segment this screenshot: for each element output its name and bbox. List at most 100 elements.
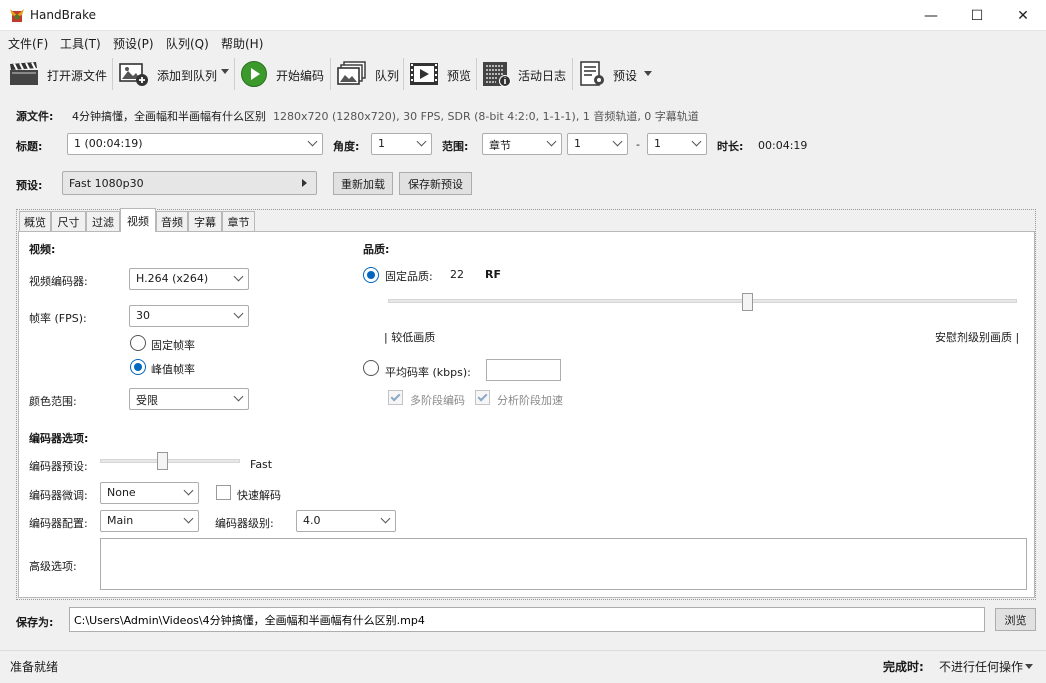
add-to-queue-dropdown-icon[interactable]: [221, 69, 229, 74]
presets-button[interactable]: 预设: [613, 67, 637, 84]
encoder-tune-select[interactable]: None: [100, 482, 199, 504]
preset-select-value: Fast 1080p30: [69, 177, 144, 190]
save-new-preset-button[interactable]: 保存新预设: [399, 172, 472, 195]
encoder-tune-value: None: [107, 486, 136, 499]
encoder-level-select[interactable]: 4.0: [296, 510, 396, 532]
chevron-down-icon: [307, 136, 318, 147]
tab-chapters[interactable]: 章节: [222, 211, 255, 231]
range-dash: -: [636, 138, 640, 151]
turbo-checkbox[interactable]: [475, 390, 490, 405]
tab-audio[interactable]: 音频: [156, 211, 188, 231]
queue-button[interactable]: 队列: [375, 67, 399, 84]
chevron-down-icon: [612, 136, 623, 147]
window-title: HandBrake: [30, 8, 97, 22]
activity-log-button[interactable]: 活动日志: [518, 67, 566, 84]
encoder-profile-select[interactable]: Main: [100, 510, 199, 532]
color-range-select[interactable]: 受限: [129, 388, 249, 410]
quality-slider-track[interactable]: [388, 299, 1017, 303]
range-label: 范围:: [442, 140, 469, 153]
fast-decode-checkbox[interactable]: [216, 485, 231, 500]
toolbar-separator: [112, 58, 113, 90]
source-name: 4分钟搞懂，全画幅和半画幅有什么区别: [72, 110, 266, 123]
preview-icon[interactable]: [409, 61, 439, 87]
open-source-button[interactable]: 打开源文件: [47, 67, 107, 84]
tab-subtitles[interactable]: 字幕: [188, 211, 222, 231]
quality-high-label: 安慰剂级别画质 |: [935, 331, 1020, 344]
add-to-queue-icon[interactable]: [119, 61, 149, 87]
menu-help[interactable]: 帮助(H): [221, 35, 263, 52]
advanced-options-input[interactable]: [100, 538, 1027, 590]
toolbar-separator: [572, 58, 573, 90]
tab-filters[interactable]: 过滤: [86, 211, 120, 231]
avg-bitrate-label: 平均码率 (kbps):: [385, 366, 471, 379]
preset-select[interactable]: Fast 1080p30: [62, 171, 317, 195]
reload-preset-button[interactable]: 重新加载: [333, 172, 393, 195]
preview-button[interactable]: 预览: [447, 67, 471, 84]
maximize-button[interactable]: ☐: [954, 0, 1000, 31]
add-to-queue-button[interactable]: 添加到队列: [157, 67, 217, 84]
range-start-value: 1: [574, 137, 581, 150]
range-end-select[interactable]: 1: [647, 133, 707, 155]
start-encode-button[interactable]: 开始编码: [276, 67, 324, 84]
range-type-select[interactable]: 章节: [482, 133, 562, 155]
range-type-value: 章节: [489, 139, 511, 152]
save-as-label: 保存为:: [16, 616, 54, 629]
presets-icon[interactable]: [578, 61, 608, 87]
title-label: 标题:: [16, 140, 43, 153]
source-label: 源文件:: [16, 110, 54, 123]
toolbar-separator: [476, 58, 477, 90]
when-done-dropdown-icon[interactable]: [1025, 664, 1033, 669]
chevron-down-icon: [233, 271, 244, 282]
encoder-level-value: 4.0: [303, 514, 321, 527]
tab-video[interactable]: 视频: [120, 208, 156, 232]
range-start-select[interactable]: 1: [567, 133, 628, 155]
queue-icon[interactable]: [337, 61, 367, 87]
close-button[interactable]: ✕: [1000, 0, 1046, 31]
menu-presets[interactable]: 预设(P): [113, 35, 154, 52]
chevron-down-icon: [546, 136, 557, 147]
fps-select[interactable]: 30: [129, 305, 249, 327]
handbrake-logo-icon: [10, 9, 24, 22]
minimize-button[interactable]: —: [908, 0, 954, 31]
advanced-options-label: 高级选项:: [29, 560, 77, 573]
menu-tools[interactable]: 工具(T): [60, 35, 101, 52]
avg-bitrate-input[interactable]: [486, 359, 561, 381]
start-encode-icon[interactable]: [240, 60, 268, 88]
encoder-profile-label: 编码器配置:: [29, 517, 88, 530]
activity-log-icon[interactable]: [482, 61, 512, 87]
presets-dropdown-icon[interactable]: [644, 71, 652, 76]
chevron-down-icon: [183, 513, 194, 524]
checkmark-icon: [390, 391, 401, 402]
encoder-preset-slider-track[interactable]: [100, 459, 240, 463]
encoder-preset-slider-thumb[interactable]: [157, 452, 168, 470]
menu-queue[interactable]: 队列(Q): [166, 35, 209, 52]
encoder-options-title: 编码器选项:: [29, 432, 89, 445]
angle-select-value: 1: [378, 137, 385, 150]
menu-file[interactable]: 文件(F): [8, 35, 48, 52]
open-source-icon[interactable]: [9, 61, 39, 87]
avg-bitrate-radio[interactable]: [363, 360, 379, 376]
title-select[interactable]: 1 (00:04:19): [67, 133, 323, 155]
when-done-label: 完成时:: [883, 660, 924, 674]
multipass-checkbox[interactable]: [388, 390, 403, 405]
constant-framerate-radio[interactable]: [130, 335, 146, 351]
toolbar-separator: [403, 58, 404, 90]
range-end-value: 1: [654, 137, 661, 150]
peak-framerate-radio[interactable]: [130, 359, 146, 375]
tab-summary[interactable]: 概览: [19, 211, 51, 231]
save-path-input[interactable]: [69, 607, 985, 632]
when-done-select[interactable]: 不进行任何操作: [939, 658, 1023, 675]
angle-select[interactable]: 1: [371, 133, 432, 155]
constant-quality-radio[interactable]: [363, 267, 379, 283]
encoder-tune-label: 编码器微调:: [29, 489, 88, 502]
toolbar-separator: [234, 58, 235, 90]
color-range-value: 受限: [136, 394, 158, 407]
video-encoder-select[interactable]: H.264 (x264): [129, 268, 249, 290]
cq-unit: RF: [485, 268, 501, 281]
browse-button[interactable]: 浏览: [995, 608, 1036, 631]
peak-framerate-label: 峰值帧率: [151, 363, 195, 376]
chevron-down-icon: [691, 136, 702, 147]
quality-slider-thumb[interactable]: [741, 293, 753, 311]
tab-dimensions[interactable]: 尺寸: [51, 211, 86, 231]
cq-value: 22: [450, 268, 464, 281]
